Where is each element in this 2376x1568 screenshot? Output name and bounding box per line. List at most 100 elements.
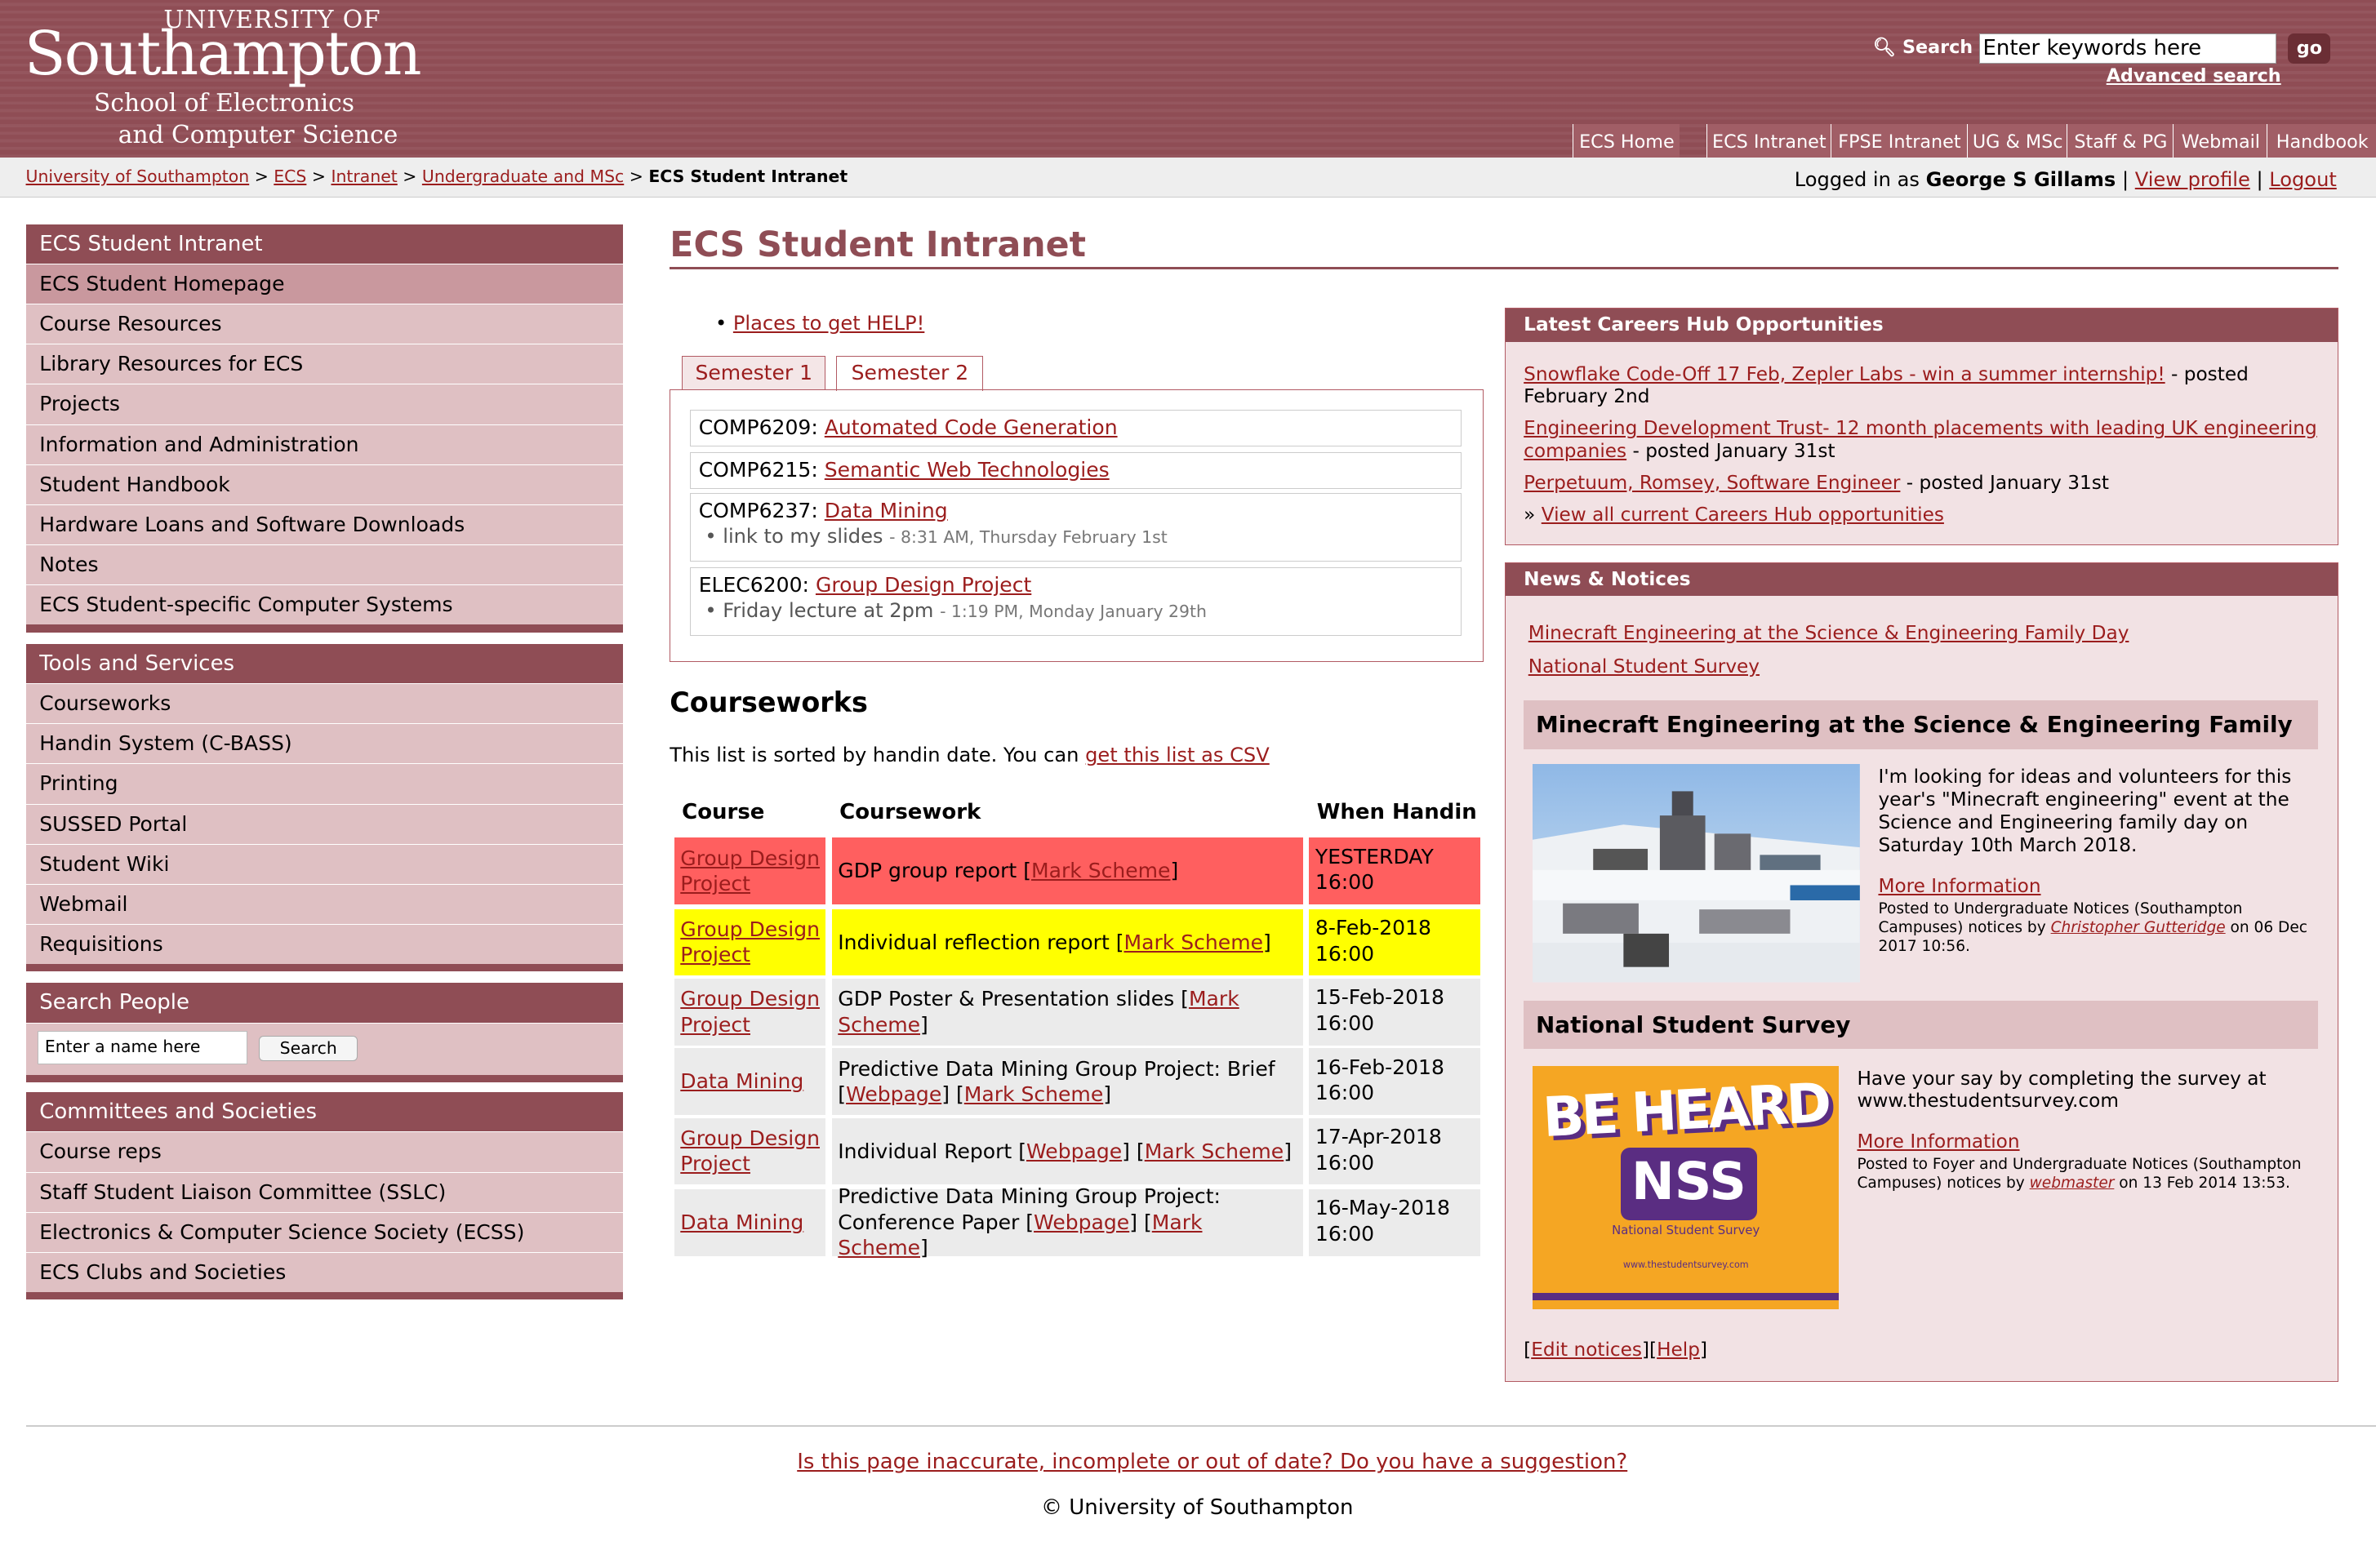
tab-ecs-home[interactable]: ECS Home [1573, 124, 1680, 158]
coursework-cell: GDP group report [Mark Scheme] [831, 837, 1304, 904]
sidebar-item-course-resources[interactable]: Course Resources [25, 304, 623, 344]
sidebar-item-handin-system-c-bass[interactable]: Handin System (C-BASS) [25, 723, 623, 764]
webpage-link[interactable]: Webpage [1034, 1210, 1129, 1234]
search-go-button[interactable]: go [2288, 33, 2331, 64]
notice-title: Minecraft Engineering at the Science & E… [1524, 700, 2318, 787]
tab-semester-1[interactable]: Semester 1 [682, 356, 826, 389]
sidebar-item-ecs-student-homepage[interactable]: ECS Student Homepage [25, 263, 623, 304]
bracket-text: ] [920, 1236, 928, 1260]
sidebar-item-projects[interactable]: Projects [25, 384, 623, 424]
sidebar-divider [25, 1292, 623, 1300]
help-link[interactable]: Places to get HELP! [733, 312, 924, 335]
sidebar-item-printing[interactable]: Printing [25, 763, 623, 804]
module-link[interactable]: Group Design Project [816, 573, 1031, 597]
career-posted: - posted January 31st [1900, 472, 2109, 495]
nss-subtitle: National Student Survey [1612, 1223, 1760, 1237]
more-info-link[interactable]: More Information [1878, 875, 2040, 897]
handin-date: 17-Apr-2018 [1315, 1125, 1442, 1149]
tab-semester-2[interactable]: Semester 2 [836, 356, 984, 391]
handin-date: 8-Feb-2018 [1315, 915, 1431, 939]
sidebar-item-courseworks[interactable]: Courseworks [25, 683, 623, 724]
breadcrumb-link[interactable]: ECS [274, 167, 306, 186]
sidebar-item-webmail[interactable]: Webmail [25, 883, 623, 925]
sidebar-item-library-resources-for-ecs[interactable]: Library Resources for ECS [25, 344, 623, 384]
course-link[interactable]: Data Mining [680, 1210, 803, 1236]
careers-panel: Latest Careers Hub Opportunities Snowfla… [1504, 307, 2338, 546]
course-link[interactable]: Group Design Project [680, 986, 820, 1037]
view-profile-link[interactable]: View profile [2135, 168, 2250, 191]
csv-link[interactable]: get this list as CSV [1085, 744, 1270, 766]
webpage-link[interactable]: Webpage [846, 1082, 941, 1106]
sidebar-item-student-handbook[interactable]: Student Handbook [25, 464, 623, 504]
sidebar-item-electronics-computer-science-society-ecss[interactable]: Electronics & Computer Science Society (… [25, 1211, 623, 1252]
bracket-text: ] [ [941, 1082, 964, 1107]
sidebar-item-information-and-administration[interactable]: Information and Administration [25, 424, 623, 464]
breadcrumb-link[interactable]: University of Southampton [26, 167, 250, 186]
sidebar-item-ecs-clubs-and-societies[interactable]: ECS Clubs and Societies [25, 1251, 623, 1293]
module-link[interactable]: Semantic Web Technologies [825, 458, 1110, 482]
notice-body: I'm looking for ideas and volunteers for… [1878, 766, 2292, 856]
mark-scheme-link[interactable]: Mark Scheme [1145, 1139, 1284, 1163]
sidebar-item-course-reps[interactable]: Course reps [25, 1131, 623, 1172]
career-link[interactable]: Snowflake Code-Off 17 Feb, Zepler Labs -… [1524, 363, 2165, 385]
course-link[interactable]: Group Design Project [680, 846, 820, 897]
sidebar-item-sussed-portal[interactable]: SUSSED Portal [25, 803, 623, 844]
news-heading: News & Notices [1505, 562, 2338, 597]
handin-time: 16:00 [1315, 1081, 1375, 1105]
sidebar-item-staff-student-liaison-committee-sslc[interactable]: Staff Student Liaison Committee (SSLC) [25, 1171, 623, 1212]
handin-cell: YESTERDAY 16:00 [1309, 837, 1481, 904]
feedback-link[interactable]: Is this page inaccurate, incomplete or o… [797, 1450, 1627, 1474]
logout-link[interactable]: Logout [2269, 168, 2337, 191]
notice-body: Have your say by completing the survey a… [1857, 1067, 2267, 1113]
coursework-name: Individual reflection report [ [838, 930, 1124, 954]
people-search-input[interactable]: Enter a name here [38, 1030, 247, 1064]
career-link[interactable]: Perpetuum, Romsey, Software Engineer [1524, 472, 1900, 494]
sidebar-item-requisitions[interactable]: Requisitions [25, 924, 623, 965]
notice-link-nss[interactable]: National Student Survey [1528, 655, 1760, 677]
coursework-name: GDP Poster & Presentation slides [ [838, 987, 1189, 1011]
course-link[interactable]: Group Design Project [680, 917, 820, 968]
breadcrumb-link[interactable]: Intranet [331, 167, 397, 186]
sidebar-item-hardware-loans-and-software-downloads[interactable]: Hardware Loans and Software Downloads [25, 504, 623, 545]
tab-ecs-intranet[interactable]: ECS Intranet [1706, 124, 1831, 158]
handin-time: 16:00 [1315, 1221, 1375, 1246]
module-item: COMP6237: Data Mining • link to my slide… [690, 493, 1462, 562]
sidebar-item-student-wiki[interactable]: Student Wiki [25, 843, 623, 884]
people-search-button[interactable]: Search [259, 1035, 358, 1062]
nss-heading: BE HEARD [1541, 1070, 1831, 1149]
notice-link-minecraft[interactable]: Minecraft Engineering at the Science & E… [1528, 622, 2129, 644]
course-link[interactable]: Group Design Project [680, 1126, 820, 1177]
edit-notices-link[interactable]: Edit notices [1531, 1339, 1642, 1361]
bracket-text: ] [1103, 1082, 1112, 1107]
breadcrumb-link[interactable]: Undergraduate and MSc [422, 167, 624, 186]
sidebar-heading: Tools and Services [25, 643, 623, 683]
search-label-text: Search [1902, 36, 1973, 58]
help-notices-link[interactable]: Help [1657, 1339, 1700, 1361]
more-info-link[interactable]: More Information [1857, 1130, 2019, 1153]
module-link[interactable]: Data Mining [825, 499, 948, 522]
table-row: Group Design Project Individual Report [W… [674, 1117, 1481, 1185]
advanced-search-link[interactable]: Advanced search [2107, 65, 2281, 87]
tab-staff-pg[interactable]: Staff & PG [2067, 124, 2174, 158]
mark-scheme-link[interactable]: Mark Scheme [964, 1082, 1104, 1106]
module-item: ELEC6200: Group Design Project • Friday … [690, 567, 1462, 636]
course-link[interactable]: Data Mining [680, 1068, 803, 1095]
tab-handbook[interactable]: Handbook [2267, 124, 2376, 158]
tab-webmail[interactable]: Webmail [2173, 124, 2268, 158]
tab-fpse-intranet[interactable]: FPSE Intranet [1830, 124, 1968, 158]
module-code: COMP6215: [698, 457, 818, 482]
search-input[interactable] [1978, 33, 2276, 64]
module-link[interactable]: Automated Code Generation [825, 415, 1118, 439]
tab-ug-msc[interactable]: UG & MSc [1966, 124, 2068, 158]
column-header-coursework: Coursework [839, 799, 981, 824]
mark-scheme-link[interactable]: Mark Scheme [1124, 931, 1264, 954]
webpage-link[interactable]: Webpage [1026, 1139, 1122, 1163]
mark-scheme-link[interactable]: Mark Scheme [1031, 859, 1171, 882]
view-all-careers-link[interactable]: View all current Careers Hub opportuniti… [1542, 504, 1944, 526]
breadcrumb-separator: > [306, 167, 331, 187]
author-link[interactable]: webmaster [2030, 1175, 2115, 1192]
sidebar-item-ecs-student-specific-computer-systems[interactable]: ECS Student-specific Computer Systems [25, 584, 623, 625]
author-link[interactable]: Christopher Gutteridge [2051, 919, 2226, 936]
sidebar-item-notes[interactable]: Notes [25, 544, 623, 585]
handin-date: 16-May-2018 [1315, 1196, 1450, 1220]
